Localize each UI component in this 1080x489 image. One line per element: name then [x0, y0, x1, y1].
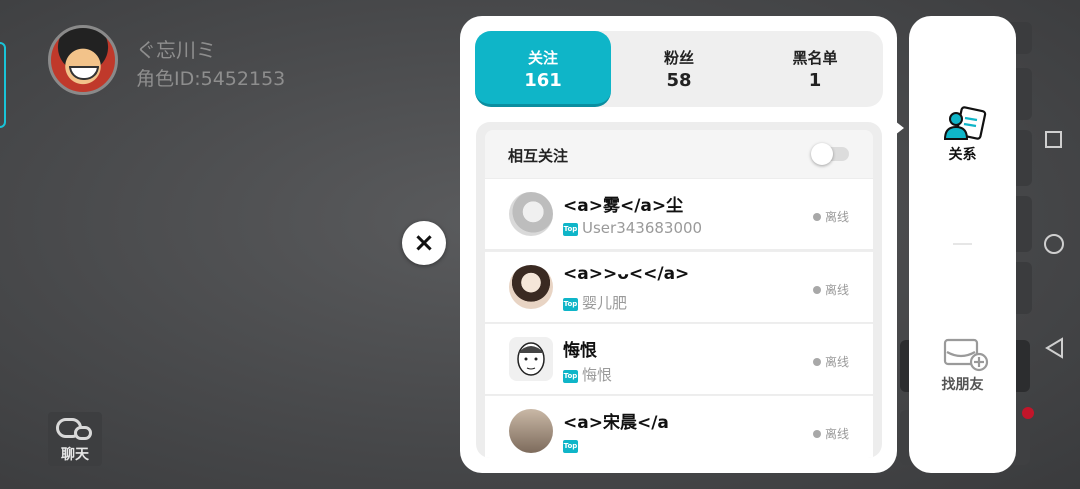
left-edge-tab[interactable]	[0, 42, 6, 128]
friend-status: 离线	[812, 208, 849, 225]
friend-status: 离线	[812, 425, 849, 442]
list-item[interactable]: <a>>ᴗ<</a> Top 婴儿肥 离线	[485, 251, 873, 322]
tab-followers-label: 粉丝	[663, 49, 694, 67]
tab-following-label: 关注	[527, 49, 558, 67]
back-icon[interactable]	[1044, 337, 1064, 359]
friend-avatar[interactable]	[509, 192, 553, 236]
friend-name: <a>雾</a>尘	[563, 196, 684, 216]
tab-followers-count: 58	[666, 70, 692, 91]
panel-pointer	[895, 121, 904, 135]
mutual-follow-filter: 相互关注	[485, 130, 873, 178]
player-role-id: 角色ID:5452153	[136, 68, 286, 90]
friend-subtitle: Top 悔恨	[563, 366, 613, 384]
relations-icon[interactable]	[943, 106, 987, 142]
top-badge-icon: Top	[563, 298, 578, 311]
close-button[interactable]: ×	[402, 221, 446, 265]
mutual-follow-label: 相互关注	[508, 147, 569, 165]
side-separator	[953, 243, 972, 245]
friends-panel: 关注 161 粉丝 58 黑名单 1 相互关注 <a>雾</a>尘 Top Use…	[460, 16, 897, 473]
friend-avatar[interactable]	[509, 265, 553, 309]
tab-blacklist[interactable]: 黑名单 1	[747, 31, 883, 107]
relations-label[interactable]: 关系	[909, 144, 1016, 164]
list-item[interactable]: 悔恨 Top 悔恨 离线	[485, 323, 873, 394]
close-icon: ×	[413, 228, 435, 258]
friend-name: <a>>ᴗ<</a>	[563, 264, 690, 284]
list-item[interactable]: <a>雾</a>尘 Top User343683000 离线	[485, 179, 873, 249]
top-badge-icon: Top	[563, 370, 578, 383]
list-item[interactable]: <a>宋晨</a Top 离线	[485, 395, 873, 458]
friend-status: 离线	[812, 281, 849, 298]
recent-apps-icon[interactable]	[1045, 131, 1062, 148]
top-badge-icon: Top	[563, 440, 578, 453]
friend-list[interactable]: 相互关注 <a>雾</a>尘 Top User343683000 离线 <a>>ᴗ…	[476, 122, 882, 458]
mutual-follow-toggle[interactable]	[811, 143, 849, 165]
tab-bar: 关注 161 粉丝 58 黑名单 1	[475, 31, 883, 107]
chat-button[interactable]: 聊天	[48, 412, 102, 466]
friend-avatar[interactable]	[509, 409, 553, 453]
top-badge-icon: Top	[563, 223, 578, 236]
friend-status: 离线	[812, 353, 849, 370]
friend-name: 悔恨	[563, 341, 597, 361]
sketch-face-icon	[517, 342, 545, 376]
offline-dot-icon	[812, 286, 821, 294]
side-menu: 关系 找朋友	[909, 16, 1016, 473]
offline-dot-icon	[812, 358, 821, 366]
friend-subtitle: Top 婴儿肥	[563, 294, 628, 312]
tab-following-count: 161	[524, 70, 562, 91]
find-friends-label[interactable]: 找朋友	[909, 374, 1016, 394]
friend-subtitle: Top	[563, 436, 582, 454]
tab-blacklist-count: 1	[808, 70, 822, 91]
chat-button-label: 聊天	[61, 447, 89, 463]
friend-avatar[interactable]	[509, 337, 553, 381]
tab-following[interactable]: 关注 161	[475, 31, 611, 107]
friend-name: <a>宋晨</a	[563, 413, 669, 433]
offline-dot-icon	[812, 430, 821, 438]
friend-subtitle: Top User343683000	[563, 219, 703, 237]
player-avatar[interactable]	[48, 25, 118, 95]
notification-dot	[1022, 407, 1034, 419]
player-name: ぐ忘川ミ	[136, 38, 216, 62]
find-friends-icon[interactable]	[943, 336, 989, 372]
tab-blacklist-label: 黑名单	[792, 49, 838, 67]
offline-dot-icon	[812, 213, 821, 221]
tab-followers[interactable]: 粉丝 58	[611, 31, 747, 107]
home-icon[interactable]	[1044, 234, 1064, 254]
